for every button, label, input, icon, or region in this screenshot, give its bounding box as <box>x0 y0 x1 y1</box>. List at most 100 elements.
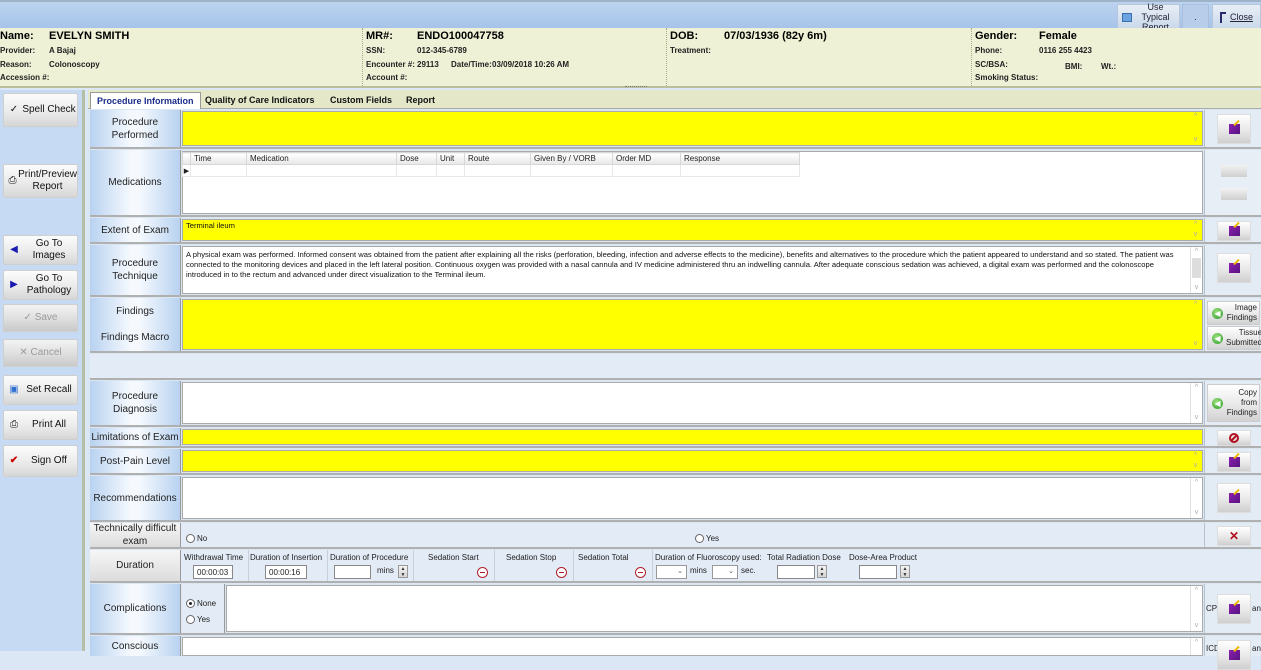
scrollbar[interactable]: ^ v <box>1190 383 1202 423</box>
edit-button[interactable] <box>1217 640 1251 670</box>
edit-pencil-icon <box>1228 124 1240 134</box>
phone-label: Phone: <box>975 46 1003 55</box>
copy-from-findings-button[interactable]: ◀ Copy from Findings <box>1207 384 1260 422</box>
medications-row: Medications Time Medication Dose Unit Ro… <box>90 150 1261 217</box>
withdrawal-time-input[interactable]: 00:00:03 <box>193 565 233 579</box>
cancel-button[interactable]: ✕ Cancel <box>3 339 78 367</box>
medications-table[interactable]: Time Medication Dose Unit Route Given By… <box>182 152 800 177</box>
edit-button[interactable] <box>1217 221 1251 241</box>
procedure-technique-field[interactable]: A physical exam was performed. Informed … <box>182 246 1203 294</box>
sign-off-button[interactable]: ✔ Sign Off <box>3 445 78 477</box>
limitations-field[interactable] <box>182 429 1203 445</box>
scrollbar[interactable]: ^ v <box>1190 586 1202 631</box>
complications-none-radio[interactable]: None <box>186 599 216 609</box>
radio-icon <box>695 534 704 544</box>
go-to-images-button[interactable]: ◀ Go To Images <box>3 235 78 265</box>
top-toolbar: Use Typical Report . Close <box>0 0 1261 32</box>
clear-selection-button[interactable]: ✕ <box>1217 526 1251 546</box>
recommendations-field[interactable]: ^ v <box>182 477 1203 519</box>
procedure-duration-spinner[interactable]: ▲ ▼ <box>398 565 408 578</box>
post-pain-label: Post-Pain Level <box>90 449 181 473</box>
col-medication[interactable]: Medication <box>246 152 397 165</box>
edit-button[interactable] <box>1217 483 1251 513</box>
image-findings-button[interactable]: ◀ Image Findings <box>1207 301 1260 325</box>
close-button[interactable]: Close <box>1212 4 1261 30</box>
edit-button[interactable] <box>1217 253 1251 283</box>
radiation-dose-spinner[interactable]: ▲ ▼ <box>817 565 827 578</box>
sedation-start-clock-icon[interactable] <box>477 567 488 578</box>
tab-quality-of-care[interactable]: Quality of Care Indicators <box>199 92 321 109</box>
extent-of-exam-field[interactable]: Terminal ileum ^ v <box>182 219 1203 241</box>
col-order-md[interactable]: Order MD <box>612 152 681 165</box>
patient-col-1: Name: EVELYN SMITH Provider: A Bajaj Rea… <box>0 28 360 86</box>
scrollbar[interactable]: ^ v <box>1190 112 1202 145</box>
procedure-duration-input[interactable] <box>334 565 371 579</box>
radio-icon <box>186 534 195 544</box>
divider <box>573 550 574 581</box>
col-time[interactable]: Time <box>190 152 247 165</box>
col-unit[interactable]: Unit <box>436 152 465 165</box>
dap-label: Dose-Area Product <box>849 553 918 562</box>
edit-button[interactable] <box>1217 452 1251 472</box>
findings-macro-label[interactable]: Findings Macro <box>101 331 169 344</box>
provider-value: A Bajaj <box>49 46 76 55</box>
table-row[interactable]: ▶ <box>182 164 800 177</box>
radiation-dose-input[interactable] <box>777 565 815 579</box>
checkmark-icon: ✔ <box>9 455 19 466</box>
recommendations-label: Recommendations <box>90 476 181 520</box>
dap-spinner[interactable]: ▲ ▼ <box>900 565 910 578</box>
tissue-submitted-button[interactable]: ◀ Tissue Submitted <box>1207 326 1261 350</box>
scrollbar[interactable]: ^ v <box>1190 451 1202 471</box>
procedure-diagnosis-field[interactable]: ^ v <box>182 382 1203 424</box>
scrollbar[interactable]: ^ v <box>1190 220 1202 240</box>
technically-difficult-yes-radio[interactable]: Yes <box>695 534 719 544</box>
col-dose[interactable]: Dose <box>396 152 437 165</box>
complications-label: Complications <box>90 584 181 633</box>
chevron-down-icon: ⌄ <box>677 568 683 575</box>
technically-difficult-no-radio[interactable]: No <box>186 534 207 544</box>
edit-button[interactable] <box>1217 114 1251 144</box>
left-sidebar: ✓ Spell Check ⎙ Print/Preview Report ◀ Go T… <box>0 90 85 651</box>
spell-check-button[interactable]: ✓ Spell Check <box>3 93 78 127</box>
conscious-field[interactable]: ^ <box>182 637 1203 656</box>
dap-input[interactable] <box>859 565 897 579</box>
sedation-total-clock-icon[interactable] <box>635 567 646 578</box>
procedure-technique-label: Procedure Technique <box>90 245 181 295</box>
tab-report[interactable]: Report <box>400 92 441 109</box>
print-all-button[interactable]: ⎙ Print All <box>3 410 78 440</box>
complications-field[interactable]: ^ v <box>226 585 1203 632</box>
col-given-by[interactable]: Given By / VORB <box>530 152 613 165</box>
edit-button[interactable] <box>1217 594 1251 624</box>
save-button[interactable]: ✓ Save <box>3 304 78 332</box>
col-route[interactable]: Route <box>464 152 531 165</box>
duration-label: Duration <box>90 550 181 581</box>
scrollbar[interactable]: ^ v <box>1190 300 1202 349</box>
findings-field[interactable]: ^ v <box>182 299 1203 350</box>
datetime-value: 03/09/2018 10:26 AM <box>492 60 570 69</box>
provider-label: Provider: <box>0 46 36 55</box>
post-pain-field[interactable]: ^ v <box>182 450 1203 472</box>
complications-radio-group: None Yes <box>182 584 225 633</box>
dot-button[interactable]: . <box>1182 4 1209 30</box>
tab-custom-fields[interactable]: Custom Fields <box>324 92 398 109</box>
fluoroscopy-sec-select[interactable]: ⌄ <box>712 565 738 579</box>
scrollbar[interactable]: ^ v <box>1190 478 1202 518</box>
insertion-input[interactable]: 00:00:16 <box>265 565 307 579</box>
tab-procedure-information[interactable]: Procedure Information <box>90 92 201 109</box>
use-typical-report-button[interactable]: Use Typical Report <box>1117 2 1180 32</box>
patient-col-3: DOB: 07/03/1936 (82y 6m) Treatment: <box>666 28 970 86</box>
row-side-panel: ◀ Image Findings ◀ Tissue Submitted <box>1204 298 1261 351</box>
print-preview-button[interactable]: ⎙ Print/Preview Report <box>3 164 78 198</box>
fluoroscopy-mins-select[interactable]: ⌄ <box>656 565 687 579</box>
complications-yes-radio[interactable]: Yes <box>186 615 210 625</box>
set-recall-button[interactable]: ▣ Set Recall <box>3 375 78 405</box>
procedure-performed-field[interactable]: ^ v <box>182 111 1203 146</box>
col-response[interactable]: Response <box>680 152 800 165</box>
splitter-grip[interactable] <box>625 86 647 89</box>
scrollbar[interactable]: ^ <box>1190 638 1202 655</box>
sedation-stop-clock-icon[interactable] <box>556 567 567 578</box>
scroll-thumb[interactable] <box>1192 258 1201 278</box>
scrollbar[interactable]: ^ v <box>1190 247 1202 293</box>
go-to-pathology-button[interactable]: ▶ Go To Pathology <box>3 270 78 300</box>
clear-button[interactable] <box>1217 430 1251 446</box>
